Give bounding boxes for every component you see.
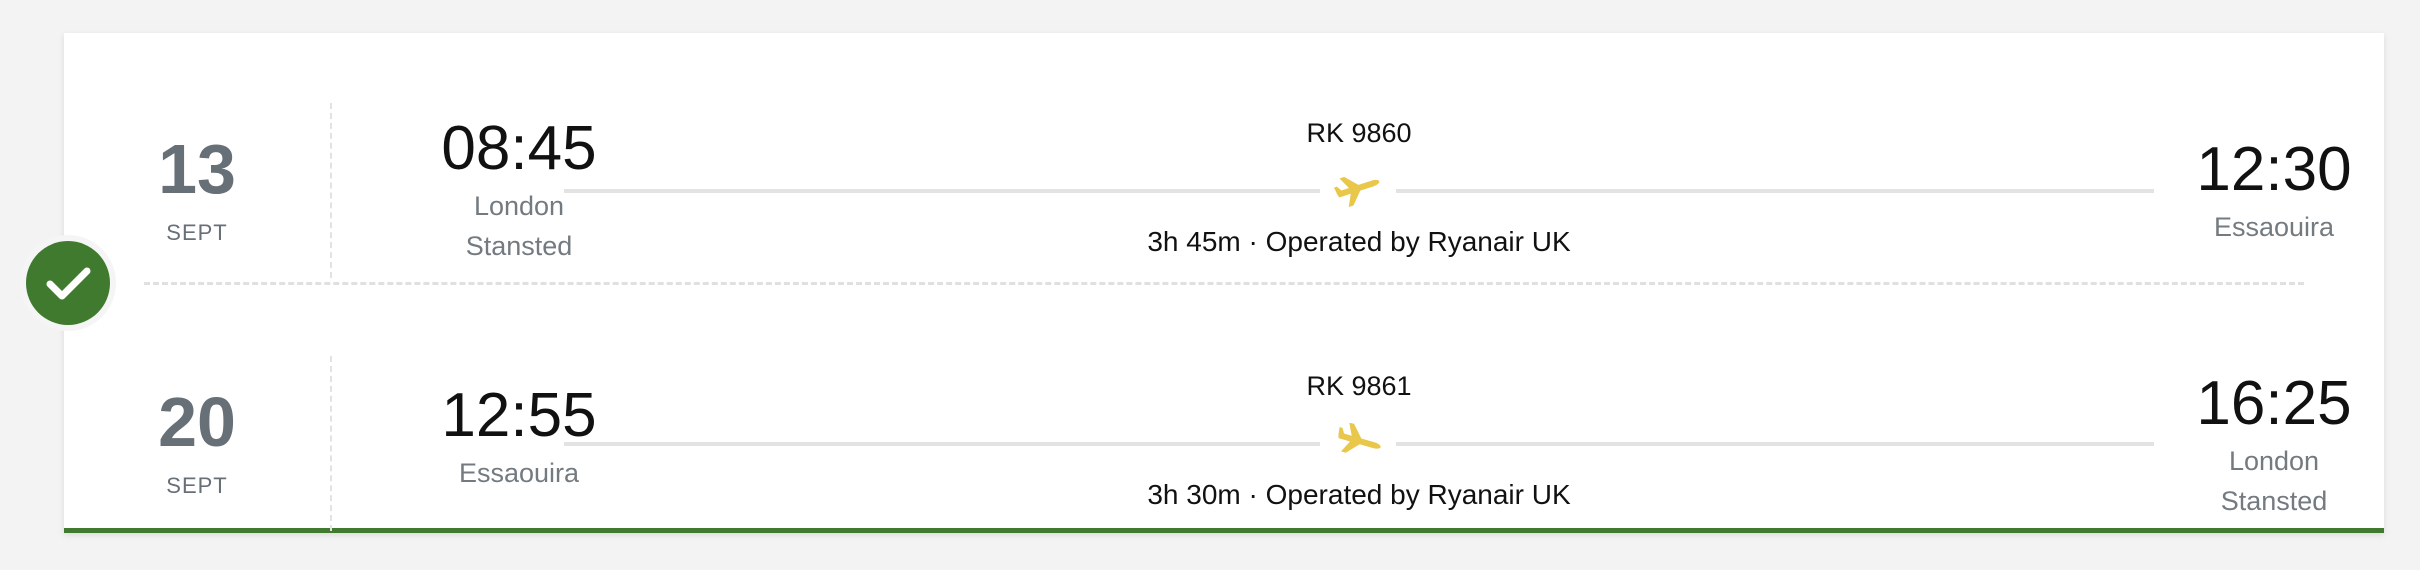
plane-takeoff-icon xyxy=(1334,176,1380,207)
return-arrival: 16:25 London Stansted xyxy=(2174,371,2374,521)
flight-itinerary-card: 13 SEPT 08:45 London Stansted RK 9860 3h… xyxy=(64,33,2384,533)
return-arrival-place-line1: London xyxy=(2228,446,2320,476)
leg-divider xyxy=(144,282,2304,285)
route-line-left xyxy=(564,189,1320,193)
outbound-leg: 13 SEPT 08:45 London Stansted RK 9860 3h… xyxy=(64,68,2384,278)
return-leg: 20 SEPT 12:55 Essaouira RK 9861 3h 30m ·… xyxy=(64,321,2384,531)
return-flight-number: RK 9861 xyxy=(1306,371,1412,401)
return-date: 20 SEPT xyxy=(64,321,330,531)
check-icon xyxy=(46,267,91,300)
return-duration-operator: 3h 30m · Operated by Ryanair UK xyxy=(1147,479,1571,510)
outbound-arrival: 12:30 Essaouira xyxy=(2174,137,2374,247)
date-divider xyxy=(330,103,332,278)
outbound-date-day: 13 xyxy=(158,130,236,208)
outbound-flight-number: RK 9860 xyxy=(1306,118,1412,148)
route-line-right xyxy=(1396,442,2154,446)
check-badge xyxy=(26,241,110,325)
return-arrival-time: 16:25 xyxy=(2196,369,2352,438)
outbound-arrival-time: 12:30 xyxy=(2196,135,2352,204)
selected-indicator xyxy=(20,235,116,331)
route-line-left xyxy=(564,442,1320,446)
plane-landing-icon xyxy=(1338,423,1381,453)
outbound-flight-info: RK 9860 3h 45m · Operated by Ryanair UK xyxy=(564,68,2154,278)
route-line-right xyxy=(1396,189,2154,193)
return-arrival-place-line2: Stansted xyxy=(2220,486,2328,516)
return-date-month: SEPT xyxy=(166,473,228,498)
return-date-day: 20 xyxy=(158,383,236,461)
date-divider xyxy=(330,356,332,531)
outbound-duration-operator: 3h 45m · Operated by Ryanair UK xyxy=(1147,226,1571,257)
outbound-arrival-place-line1: Essaouira xyxy=(2213,212,2335,242)
return-flight-info: RK 9861 3h 30m · Operated by Ryanair UK xyxy=(564,321,2154,531)
